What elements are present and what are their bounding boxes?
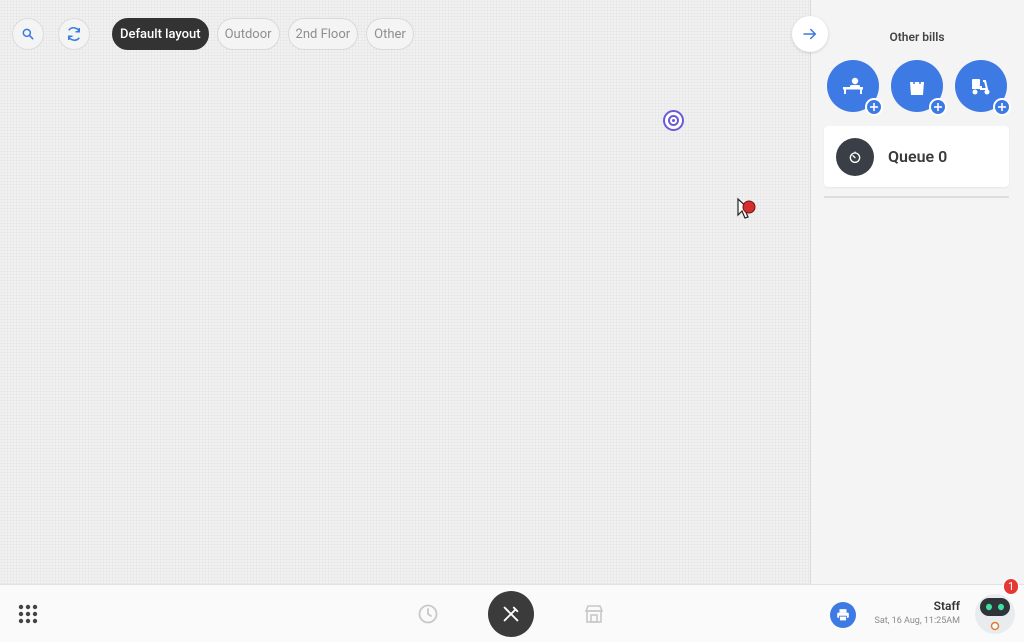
refresh-button[interactable] xyxy=(58,18,90,50)
collapse-panel-button[interactable] xyxy=(792,16,828,52)
store-icon[interactable] xyxy=(582,602,606,626)
search-button[interactable] xyxy=(12,18,44,50)
target-marker-icon xyxy=(663,110,684,131)
delivery-bill-button[interactable] xyxy=(955,60,1011,116)
current-datetime: Sat, 16 Aug, 11:25AM xyxy=(874,616,960,626)
layout-chip-default[interactable]: Default layout xyxy=(112,18,209,50)
tables-dining-button[interactable] xyxy=(488,591,534,637)
delivery-scooter-icon xyxy=(972,79,990,95)
queue-label: Queue 0 xyxy=(888,147,948,166)
dine-in-icon xyxy=(843,77,863,94)
add-delivery-plus-icon xyxy=(993,98,1011,116)
layout-chip-outdoor[interactable]: Outdoor xyxy=(216,18,280,50)
assistant-bot-icon[interactable] xyxy=(972,588,1018,636)
bottom-navigation-bar: Staff Sat, 16 Aug, 11:25AM xyxy=(0,584,1024,642)
printer-icon xyxy=(837,609,849,622)
dine-in-bill-button[interactable] xyxy=(827,60,883,116)
notification-badge: 1 xyxy=(1003,578,1020,595)
queue-card[interactable]: Queue 0 xyxy=(824,126,1009,187)
app-root: Default layout Outdoor 2nd Floor Other O… xyxy=(0,0,1024,642)
arrow-right-icon xyxy=(803,28,816,40)
add-dine-in-plus-icon xyxy=(865,98,883,116)
layout-toolbar: Default layout Outdoor 2nd Floor Other xyxy=(12,18,414,50)
search-icon xyxy=(22,28,34,40)
takeaway-bag-icon xyxy=(910,76,924,95)
fork-knife-icon xyxy=(503,606,519,622)
layout-chip-other[interactable]: Other xyxy=(366,18,414,50)
takeaway-bill-button[interactable] xyxy=(891,60,947,116)
history-clock-icon[interactable] xyxy=(416,602,440,626)
refresh-icon xyxy=(68,27,80,41)
staff-name: Staff xyxy=(933,599,960,613)
staff-info: Staff Sat, 16 Aug, 11:25AM xyxy=(862,599,960,626)
other-bills-title: Other bills xyxy=(889,30,945,44)
panel-divider xyxy=(824,196,1009,198)
print-button[interactable] xyxy=(830,602,856,628)
timer-icon xyxy=(836,137,874,176)
apps-grid-icon[interactable] xyxy=(16,602,40,626)
mouse-cursor-icon xyxy=(737,197,756,219)
layout-chip-2nd-floor[interactable]: 2nd Floor xyxy=(287,18,359,50)
add-takeaway-plus-icon xyxy=(929,98,947,116)
floor-plan-canvas[interactable] xyxy=(0,0,810,584)
